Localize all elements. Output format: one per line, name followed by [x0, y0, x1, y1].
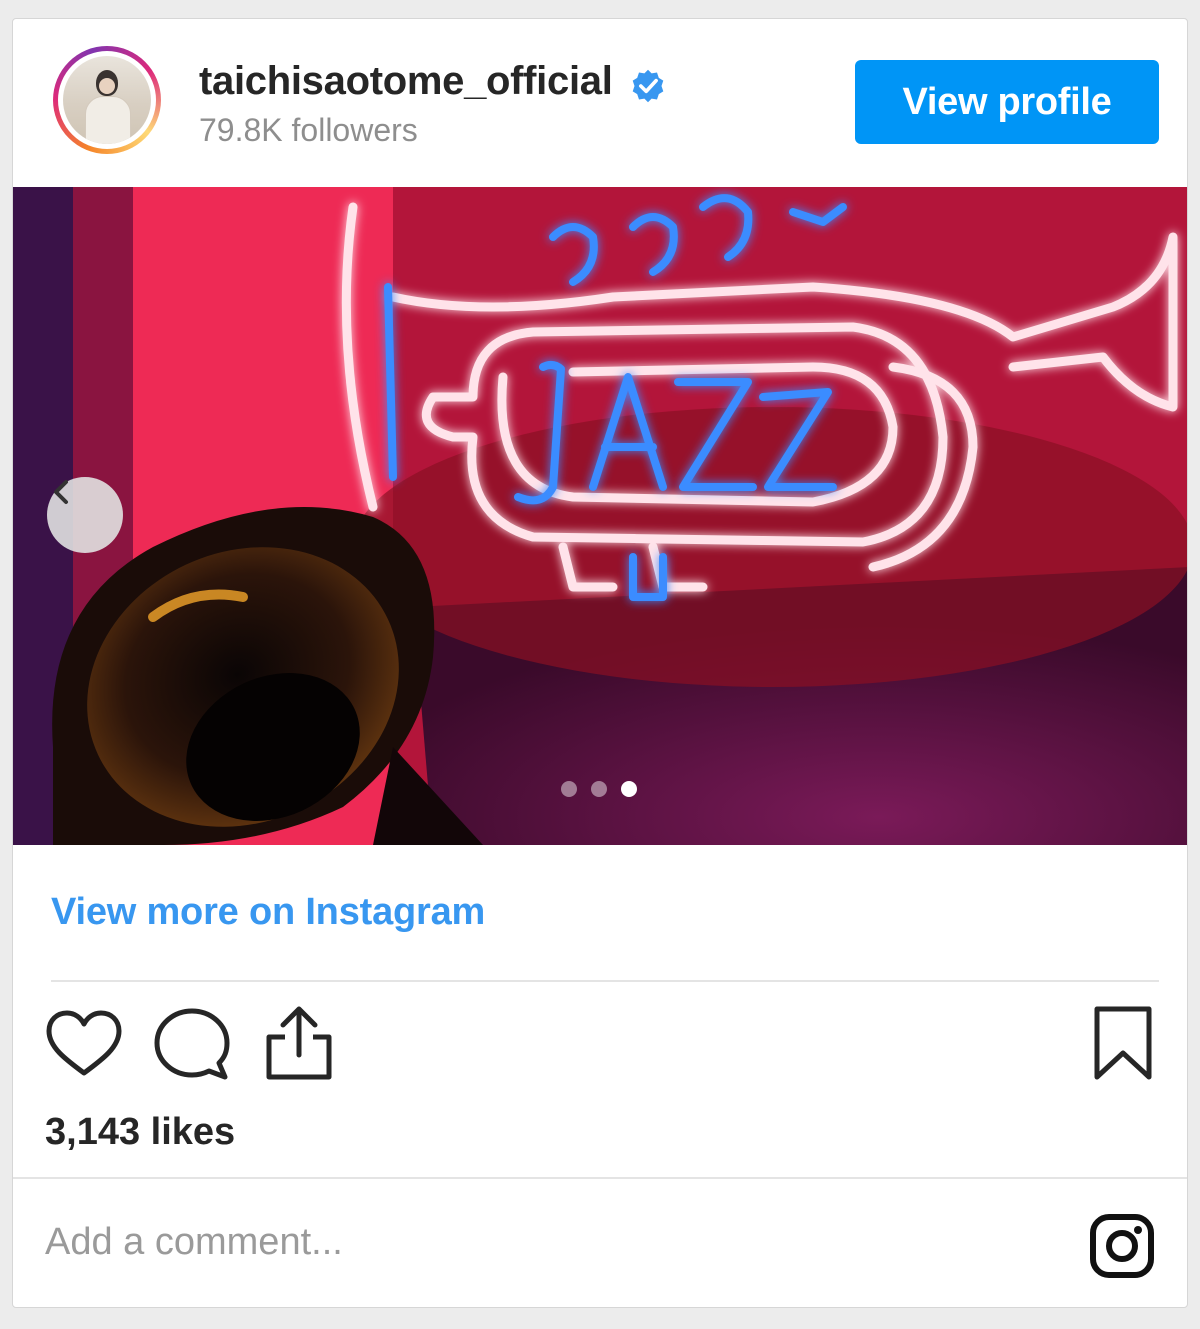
chevron-left-icon [54, 480, 68, 504]
view-profile-button[interactable]: View profile [855, 60, 1159, 144]
share-icon[interactable] [263, 1005, 335, 1081]
like-count: 3,143 likes [45, 1111, 236, 1153]
divider [13, 1177, 1187, 1179]
carousel-prev-button[interactable] [47, 477, 123, 553]
username[interactable]: taichisaotome_official [199, 59, 613, 104]
heart-icon[interactable] [45, 1009, 123, 1079]
follower-count: 79.8K followers [199, 112, 418, 148]
instagram-logo-icon[interactable] [1089, 1213, 1155, 1279]
carousel-indicator [561, 781, 637, 797]
avatar[interactable] [53, 46, 161, 154]
divider [51, 980, 1159, 982]
comment-input[interactable]: Add a comment... [45, 1221, 343, 1264]
bookmark-icon[interactable] [1091, 1005, 1155, 1083]
verified-badge-icon [632, 69, 664, 103]
comment-icon[interactable] [153, 1007, 231, 1081]
carousel-dot [561, 781, 577, 797]
instagram-embed-card: taichisaotome_official 79.8K followers V… [12, 18, 1188, 1308]
neon-jazz-trumpet-photo [13, 187, 1187, 845]
carousel-dot [591, 781, 607, 797]
avatar-photo [63, 56, 151, 144]
post-image[interactable] [13, 187, 1187, 845]
carousel-dot-active [621, 781, 637, 797]
view-more-link[interactable]: View more on Instagram [51, 891, 485, 934]
